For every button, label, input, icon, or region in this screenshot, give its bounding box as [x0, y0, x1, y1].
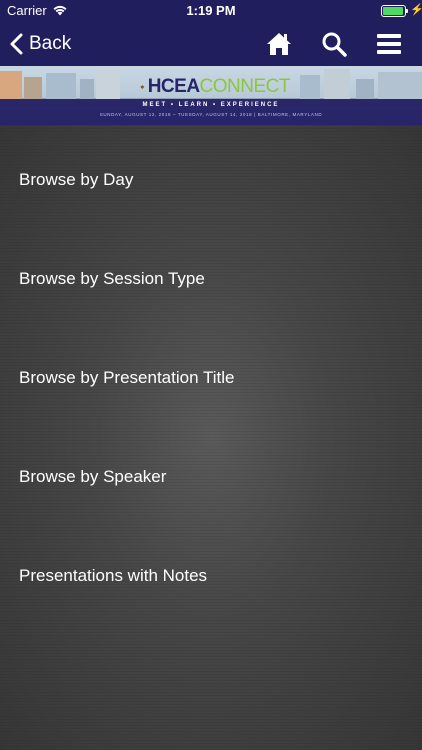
- skyline-building: [356, 79, 374, 99]
- skyline-building: [96, 69, 120, 99]
- navigation-bar: Back: [0, 22, 422, 66]
- status-time: 1:19 PM: [186, 3, 236, 18]
- menu-item-browse-by-presentation-title[interactable]: Browse by Presentation Title: [0, 328, 422, 427]
- skyline-building: [24, 77, 42, 99]
- top-bar: Carrier 1:19 PM ⚡ Back: [0, 0, 422, 66]
- skyline-building: [46, 73, 76, 99]
- skyline-building: [378, 72, 422, 99]
- menu-item-browse-by-day[interactable]: Browse by Day: [0, 130, 422, 229]
- back-label: Back: [29, 33, 72, 54]
- skyline-building: [0, 71, 22, 99]
- charging-icon: ⚡: [410, 4, 422, 16]
- battery-icon: [381, 5, 406, 17]
- battery-level: [383, 7, 403, 15]
- banner-tagline: MEET • LEARN • EXPERIENCE: [142, 102, 280, 108]
- logo-mark-icon: [140, 84, 145, 90]
- menu-item-browse-by-session-type[interactable]: Browse by Session Type: [0, 229, 422, 328]
- skyline-building: [80, 79, 94, 99]
- banner-dates: SUNDAY, AUGUST 12, 2018 – TUESDAY, AUGUS…: [99, 112, 323, 117]
- menu-item-presentations-with-notes[interactable]: Presentations with Notes: [0, 526, 422, 625]
- home-icon[interactable]: [265, 30, 293, 58]
- skyline-building: [324, 69, 350, 99]
- event-banner: HCEA CONNECT MEET • LEARN • EXPERIENCE S…: [0, 66, 422, 125]
- battery-nub: [406, 9, 408, 13]
- status-bar: Carrier 1:19 PM ⚡: [0, 0, 422, 22]
- search-icon[interactable]: [320, 30, 348, 58]
- chevron-left-icon: [10, 33, 23, 55]
- browse-menu: Browse by Day Browse by Session Type Bro…: [0, 125, 422, 750]
- event-logo: HCEA CONNECT: [140, 76, 291, 98]
- hamburger-menu-icon[interactable]: [375, 30, 403, 58]
- skyline-building: [300, 75, 320, 99]
- back-button[interactable]: Back: [10, 28, 71, 60]
- logo-text-secondary: CONNECT: [199, 76, 291, 97]
- menu-item-browse-by-speaker[interactable]: Browse by Speaker: [0, 427, 422, 526]
- logo-text-primary: HCEA: [147, 76, 200, 97]
